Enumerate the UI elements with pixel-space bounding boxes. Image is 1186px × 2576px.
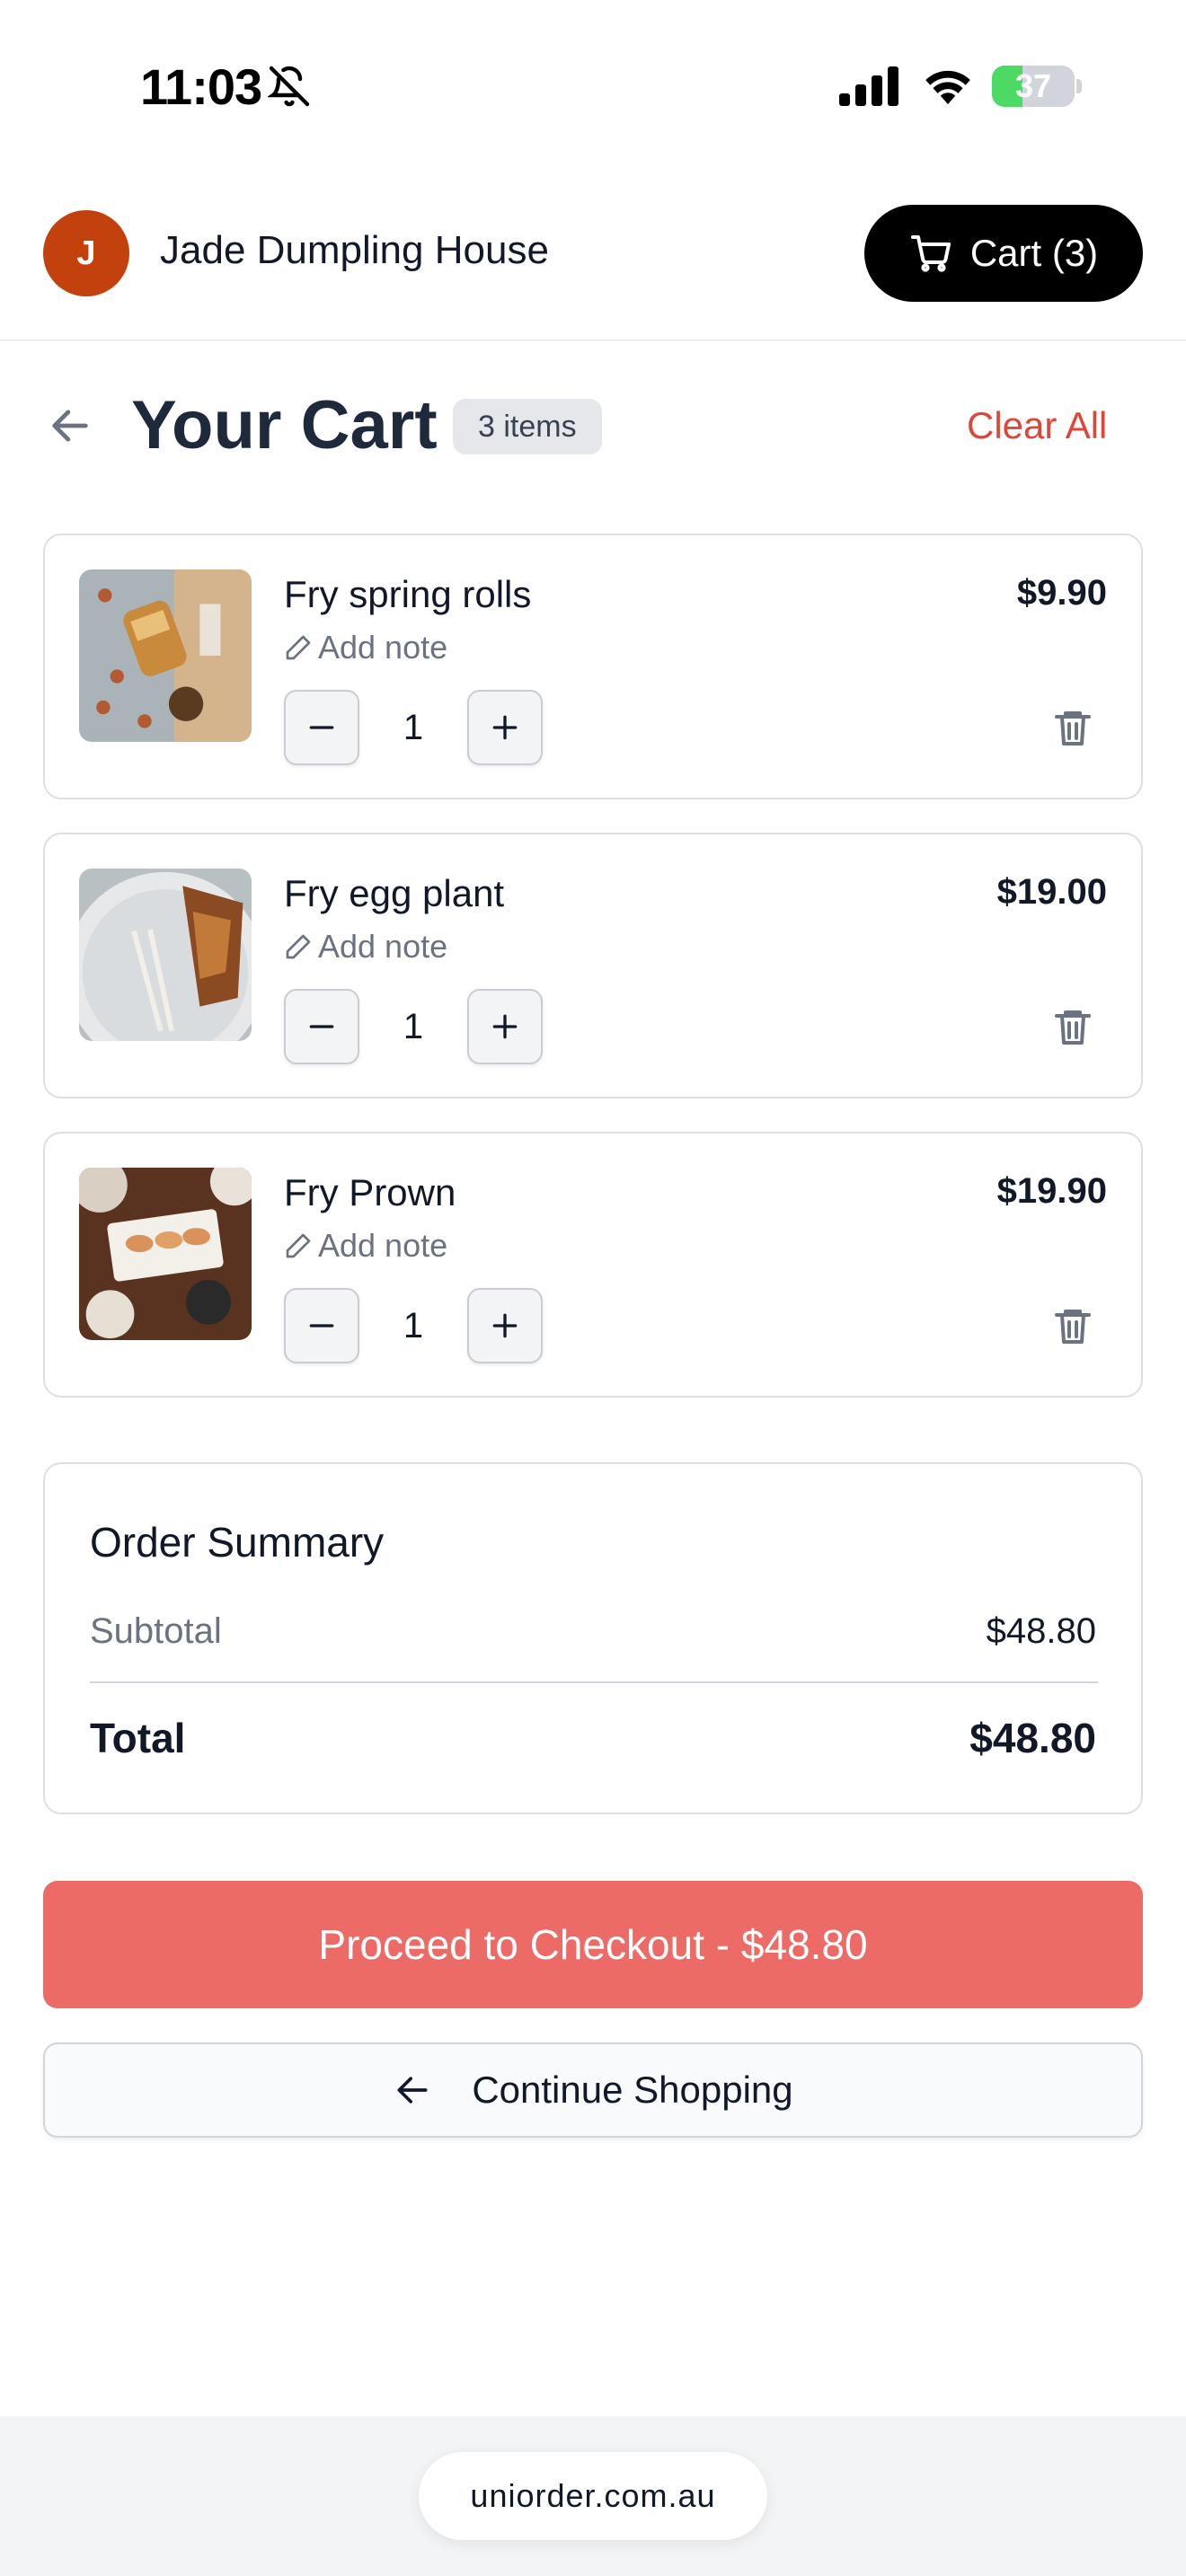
restaurant-avatar[interactable]: J [43,210,129,296]
url-bar[interactable]: uniorder.com.au [419,2452,767,2540]
decrease-quantity-button[interactable] [284,690,359,765]
status-bar: 11:03 37 [0,0,1186,171]
quantity-value: 1 [403,1006,424,1046]
pencil-icon [286,1233,311,1258]
quantity-value: 1 [403,707,424,747]
order-summary: Order Summary Subtotal $48.80 Total $48.… [43,1462,1143,1814]
item-price: $19.00 [996,872,1107,912]
back-arrow-icon[interactable] [47,402,93,449]
decrease-quantity-button[interactable] [284,1288,359,1363]
clear-all-button[interactable]: Clear All [967,404,1107,447]
minus-icon [309,1025,334,1028]
add-note-label: Add note [318,928,448,965]
checkout-button[interactable]: Proceed to Checkout - $48.80 [43,1881,1143,2008]
pencil-icon [286,635,311,660]
item-image [79,1168,252,1340]
increase-quantity-button[interactable] [467,1288,543,1363]
item-name: Fry spring rolls [284,573,532,615]
item-image [79,569,252,742]
battery-nub [1076,79,1082,93]
arrow-left-icon [397,2077,428,2104]
add-note-button[interactable]: Add note [284,629,447,666]
cart-button[interactable]: Cart (3) [864,205,1143,302]
total-value: $48.80 [969,1715,1096,1761]
item-price: $9.90 [1016,573,1107,613]
trash-icon[interactable] [1051,1304,1094,1347]
item-name: Fry egg plant [284,872,505,914]
pencil-icon [286,934,311,959]
item-price: $19.90 [996,1171,1107,1211]
add-note-button[interactable]: Add note [284,1227,447,1265]
continue-shopping-label: Continue Shopping [472,2069,793,2111]
battery-percent: 37 [1014,67,1052,104]
subtotal-value: $48.80 [986,1611,1096,1651]
status-time: 11:03 [140,58,262,115]
total-label: Total [90,1715,186,1761]
increase-quantity-button[interactable] [467,989,543,1064]
increase-quantity-button[interactable] [467,690,543,765]
minus-icon [309,1324,334,1328]
bell-slash-icon [268,66,310,107]
page-title: Your Cart [131,387,438,463]
cart-button-label: Cart (3) [969,232,1099,274]
cart-icon [910,235,951,272]
quantity-value: 1 [403,1305,424,1345]
item-count-badge: 3 items [453,399,602,454]
cart-item: Fry egg plant Add note $19.00 1 [43,833,1143,1098]
browser-bottom-bar: uniorder.com.au [0,2416,1186,2576]
trash-icon[interactable] [1051,706,1094,749]
plus-icon [492,715,518,740]
add-note-label: Add note [318,1227,448,1264]
signal-icon [839,66,898,106]
item-name: Fry Prown [284,1171,456,1213]
add-note-label: Add note [318,629,448,666]
continue-shopping-button[interactable]: Continue Shopping [43,2042,1143,2138]
plus-icon [492,1014,518,1039]
summary-title: Order Summary [90,1519,385,1566]
plus-icon [492,1313,518,1338]
wifi-icon [925,70,970,104]
decrease-quantity-button[interactable] [284,989,359,1064]
app-header: J Jade Dumpling House Cart (3) [0,171,1186,341]
cart-item: Fry Prown Add note $19.90 1 [43,1132,1143,1398]
add-note-button[interactable]: Add note [284,928,447,966]
restaurant-name[interactable]: Jade Dumpling House [160,228,549,273]
summary-divider [90,1681,1098,1683]
battery-indicator: 37 [992,66,1075,107]
subtotal-label: Subtotal [90,1611,222,1651]
item-image [79,869,252,1041]
minus-icon [309,726,334,729]
cart-item: Fry spring rolls Add note $9.90 1 [43,534,1143,799]
trash-icon[interactable] [1051,1005,1094,1048]
